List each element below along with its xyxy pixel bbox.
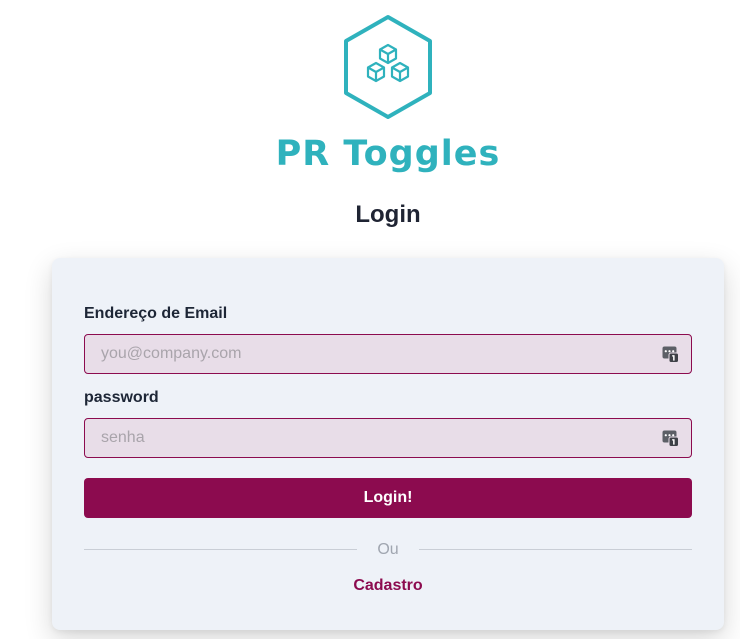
hexagon-cubes-icon [344, 15, 432, 119]
divider-text: Ou [377, 541, 399, 558]
email-label: Endereço de Email [84, 305, 228, 322]
divider-right [419, 549, 692, 550]
brand-name: PR Toggles [275, 134, 501, 174]
page-title: Login [355, 201, 421, 228]
login-button[interactable]: Login! [84, 478, 692, 518]
password-field[interactable] [85, 419, 661, 457]
email-field[interactable] [85, 335, 661, 373]
password-label: password [84, 389, 159, 406]
password-manager-icon[interactable] [662, 430, 679, 447]
email-field-wrapper [84, 334, 692, 374]
signup-link[interactable]: Cadastro [52, 576, 724, 596]
login-card: Endereço de Email password [52, 258, 724, 630]
password-manager-icon[interactable] [662, 346, 679, 363]
login-page: PR Toggles Login Endereço de Email passw… [0, 0, 740, 639]
password-field-wrapper [84, 418, 692, 458]
